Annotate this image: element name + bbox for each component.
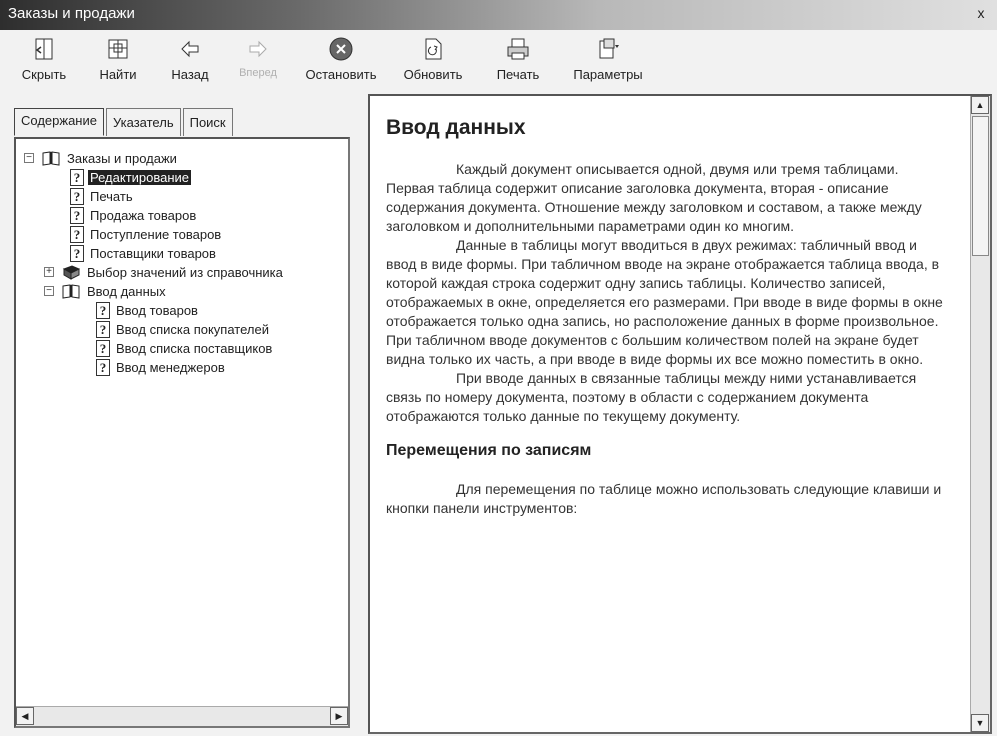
tree-label-data-entry: Ввод данных [87, 283, 166, 299]
options-label: Параметры [573, 67, 643, 82]
scroll-right-icon[interactable]: ▶ [330, 707, 348, 725]
tree-item-buyers-entry[interactable]: ? Ввод списка покупателей [96, 320, 271, 338]
tree-item-sales[interactable]: ? Продажа товаров [70, 206, 198, 224]
open-book-icon [62, 284, 80, 299]
help-topic-icon: ? [96, 320, 110, 338]
back-label: Назад [171, 67, 209, 82]
window-title: Заказы и продажи [8, 5, 135, 22]
find-button[interactable]: Найти [88, 32, 148, 90]
refresh-label: Обновить [403, 67, 463, 82]
tab-search[interactable]: Поиск [182, 108, 233, 136]
tree-label-print: Печать [90, 188, 133, 204]
collapse-icon[interactable]: − [44, 286, 54, 296]
print-button[interactable]: Печать [488, 32, 548, 90]
topic-paragraph: Для перемещения по таблице можно использ… [386, 481, 942, 516]
tree-item-suppliers-entry[interactable]: ? Ввод списка поставщиков [96, 339, 274, 357]
tree-item-suppliers[interactable]: ? Поставщики товаров [70, 244, 218, 262]
topic-subheading: Перемещения по записям [386, 442, 592, 459]
tree-item-managers-entry[interactable]: ? Ввод менеджеров [96, 358, 227, 376]
refresh-icon [420, 36, 446, 62]
find-label: Найти [99, 67, 137, 82]
tree-item-print[interactable]: ? Печать [70, 187, 135, 205]
scroll-up-icon[interactable]: ▲ [971, 96, 989, 114]
topic-paragraph: При вводе данных в связанные таблицы меж… [386, 370, 917, 424]
help-topic-icon: ? [70, 225, 84, 243]
topic-content: Ввод данных Каждый документ описывается … [386, 116, 948, 518]
tree-label-goods-entry: Ввод товаров [116, 302, 198, 318]
stop-label: Остановить [305, 67, 377, 82]
find-icon [105, 36, 131, 62]
vertical-scrollbar[interactable]: ▲ ▼ [970, 96, 990, 732]
navigation-pane: Содержание Указатель Поиск − Заказы и пр… [4, 94, 362, 734]
print-label: Печать [496, 67, 540, 82]
help-topic-icon: ? [70, 168, 84, 186]
tab-contents[interactable]: Содержание [14, 108, 104, 136]
open-book-icon [42, 151, 60, 166]
hide-pane-icon [31, 36, 57, 62]
forward-arrow-icon [245, 36, 271, 62]
forward-button[interactable]: Вперед [228, 32, 288, 90]
help-topic-icon: ? [96, 339, 110, 357]
hide-label: Скрыть [21, 67, 67, 82]
tree-item-editing[interactable]: ? Редактирование [70, 168, 192, 186]
forward-label: Вперед [239, 67, 277, 79]
tab-index[interactable]: Указатель [105, 108, 181, 136]
topic-content-pane: Ввод данных Каждый документ описывается … [368, 94, 992, 734]
tree-label-sales: Продажа товаров [90, 207, 197, 223]
tree-node-root[interactable]: − Заказы и продажи [24, 149, 179, 167]
help-topic-icon: ? [96, 358, 110, 376]
tree-label-managers-entry: Ввод менеджеров [116, 359, 225, 375]
back-button[interactable]: Назад [160, 32, 220, 90]
options-icon [595, 36, 621, 62]
tree-node-reference[interactable]: + Выбор значений из справочника [44, 263, 285, 281]
stop-button[interactable]: Остановить [298, 32, 384, 90]
tree-label-suppliers: Поставщики товаров [90, 245, 216, 261]
horizontal-scrollbar[interactable]: ◀ ▶ [16, 706, 348, 726]
tree-node-data-entry[interactable]: − Ввод данных [44, 282, 168, 300]
topic-paragraph: Каждый документ описывается одной, двумя… [386, 161, 922, 234]
tree-label-buyers-entry: Ввод списка покупателей [116, 321, 269, 337]
topic-paragraph: Данные в таблицы могут вводиться в двух … [386, 237, 943, 367]
back-arrow-icon [177, 36, 203, 62]
stop-icon [328, 36, 354, 62]
printer-icon [505, 36, 531, 62]
tree-label-root: Заказы и продажи [67, 150, 177, 166]
window-title-bar[interactable]: Заказы и продажи x [0, 0, 997, 30]
tree-item-goods-entry[interactable]: ? Ввод товаров [96, 301, 200, 319]
nav-tabs: Содержание Указатель Поиск [14, 108, 235, 136]
refresh-button[interactable]: Обновить [398, 32, 468, 90]
topic-heading: Ввод данных [386, 116, 526, 139]
tree-label-receipt: Поступление товаров [90, 226, 222, 242]
contents-tree-panel: − Заказы и продажи ? Редактирование ? Пе… [14, 137, 350, 728]
toolbar: Скрыть Найти Назад Вперед Остановить Обн… [0, 30, 997, 92]
help-topic-icon: ? [96, 301, 110, 319]
scroll-left-icon[interactable]: ◀ [16, 707, 34, 725]
options-button[interactable]: Параметры [568, 32, 648, 90]
help-topic-icon: ? [70, 206, 84, 224]
tree-label-editing: Редактирование [88, 169, 192, 185]
scroll-down-icon[interactable]: ▼ [971, 714, 989, 732]
help-topic-icon: ? [70, 244, 84, 262]
close-icon[interactable]: x [973, 5, 989, 21]
closed-book-icon [62, 265, 80, 280]
tree-label-reference: Выбор значений из справочника [87, 264, 283, 280]
tree-item-receipt[interactable]: ? Поступление товаров [70, 225, 223, 243]
tree-label-suppliers-entry: Ввод списка поставщиков [116, 340, 273, 356]
expand-icon[interactable]: + [44, 267, 54, 277]
scroll-thumb[interactable] [972, 116, 989, 256]
hide-button[interactable]: Скрыть [14, 32, 74, 90]
collapse-icon[interactable]: − [24, 153, 34, 163]
help-topic-icon: ? [70, 187, 84, 205]
